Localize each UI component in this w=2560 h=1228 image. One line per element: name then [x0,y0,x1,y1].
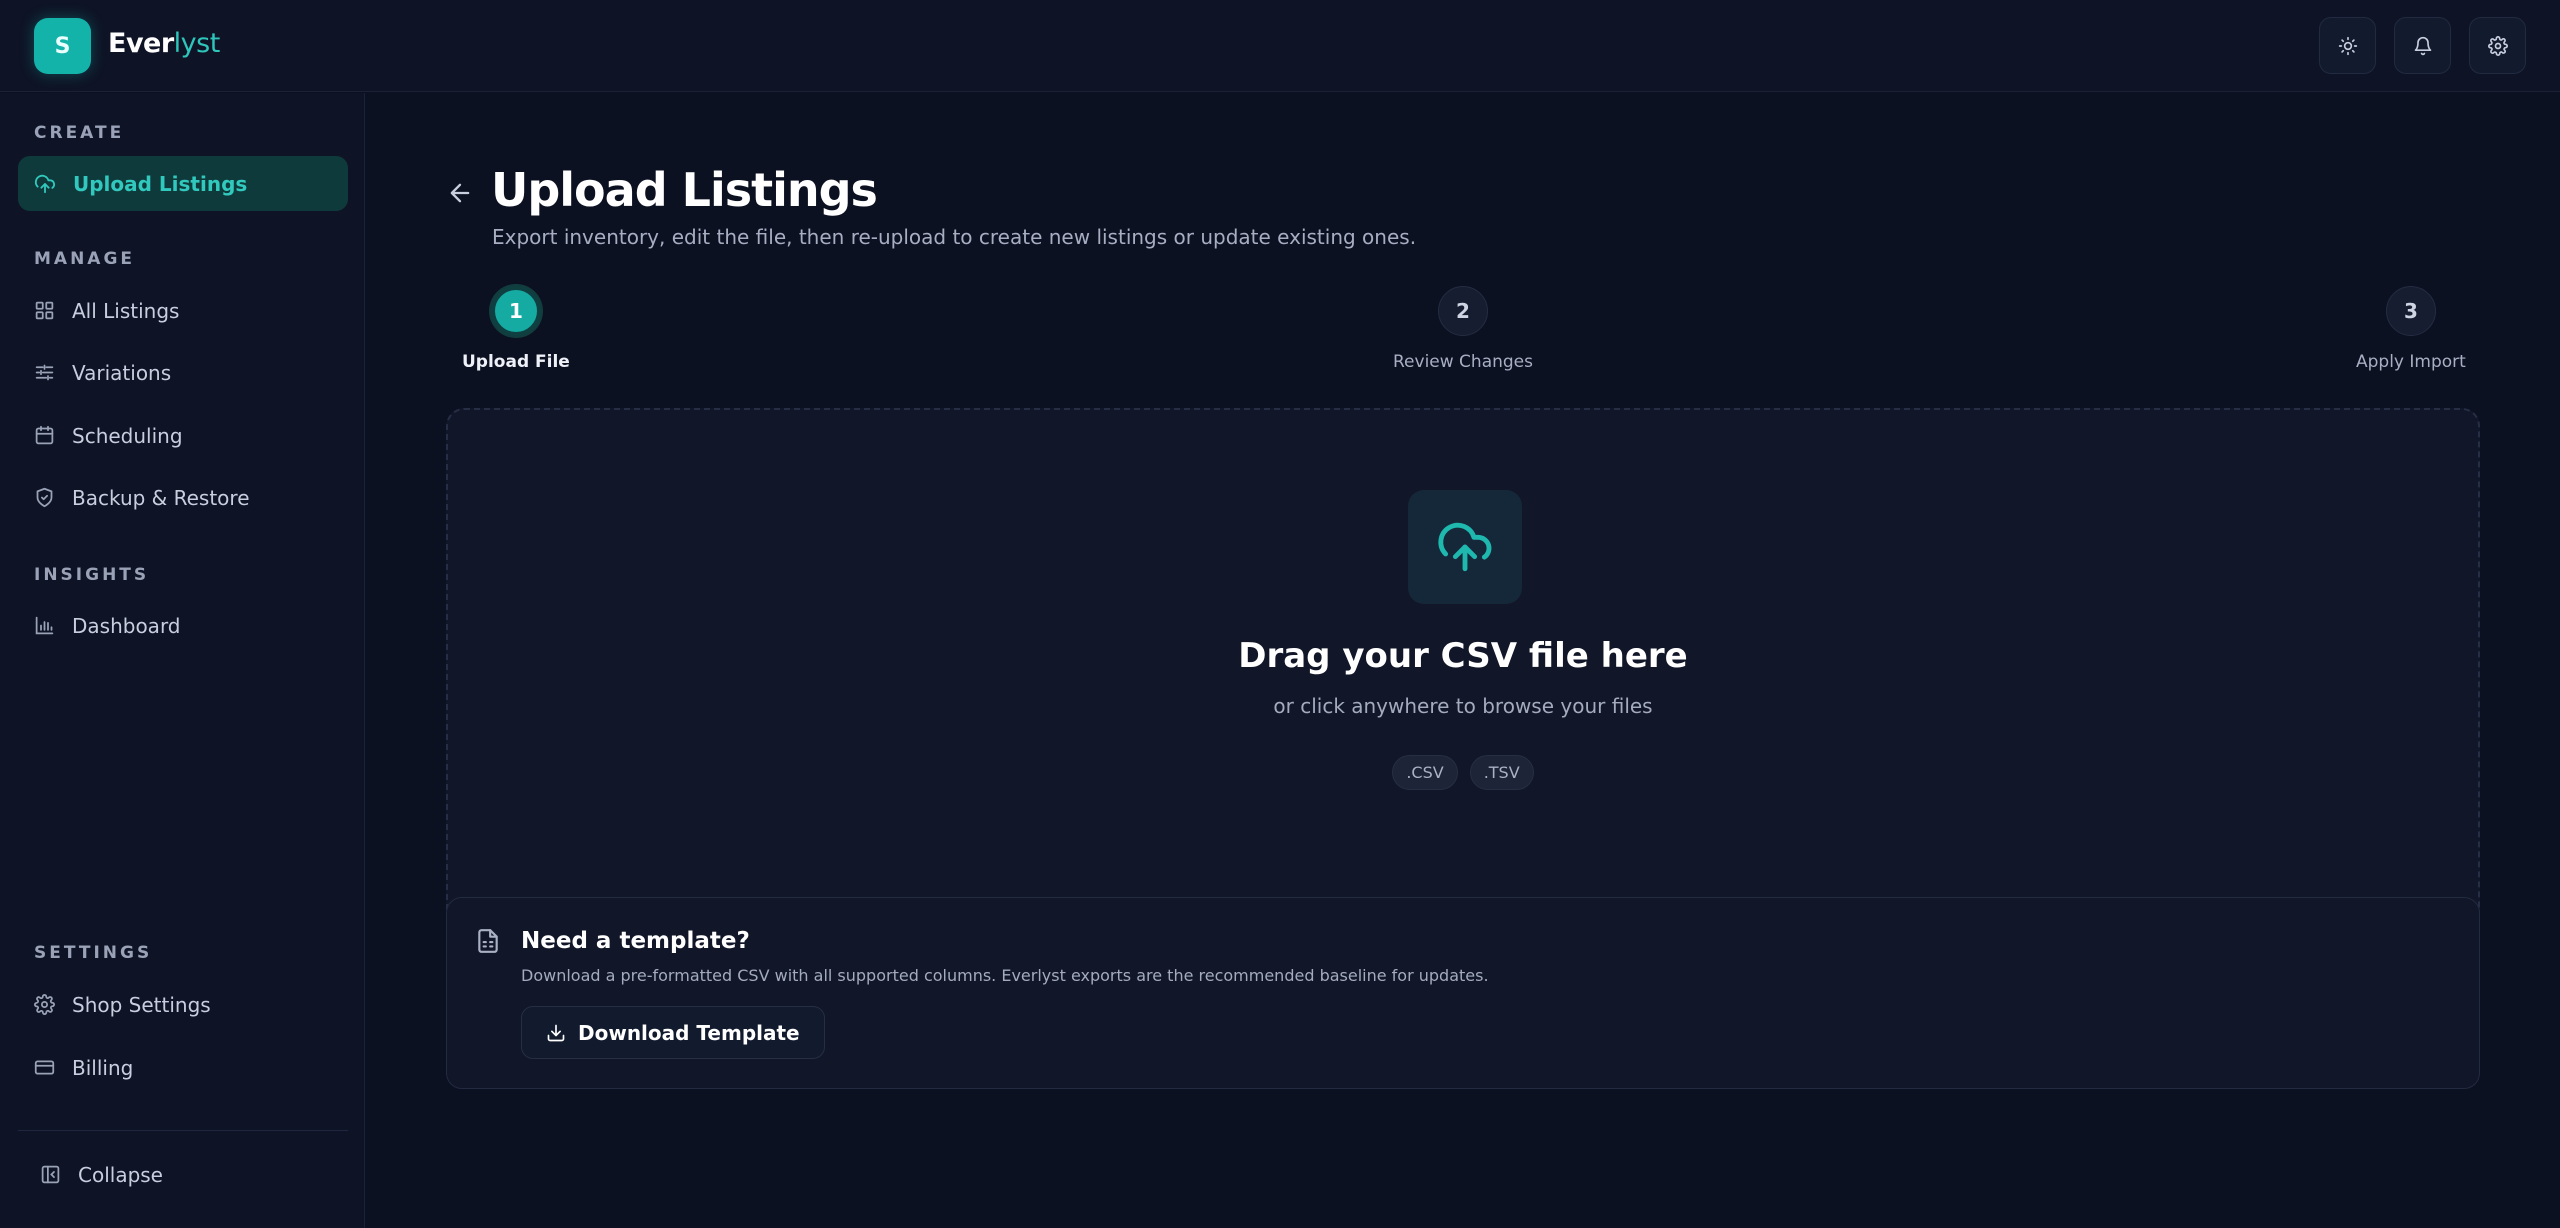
download-template-label: Download Template [578,1020,800,1045]
section-label-manage: MANAGE [34,249,136,269]
step-label: Review Changes [1393,352,1534,372]
main-content: Upload Listings Export inventory, edit t… [366,93,2560,1228]
top-actions [2319,17,2526,74]
format-chip-tsv: .TSV [1469,755,1534,790]
file-dropzone[interactable]: Drag your CSV file here or click anywher… [446,408,2480,963]
step-upload-file: 1 Upload File [462,286,570,372]
step-number: 2 [1438,286,1488,336]
sidebar-item-billing[interactable]: Billing [18,1040,348,1095]
step-apply-import: 3 Apply Import [2356,286,2466,372]
section-label-insights: INSIGHTS [34,565,150,585]
sidebar-item-label: Dashboard [72,613,181,638]
dropzone-subtitle: or click anywhere to browse your files [1273,694,1653,718]
step-label: Upload File [462,352,570,372]
arrow-left-icon [450,183,470,203]
theme-toggle-button[interactable] [2319,17,2376,74]
cloud-upload-icon [1438,522,1492,572]
download-template-button[interactable]: Download Template [521,1006,825,1059]
shield-check-icon [36,487,53,508]
collapse-sidebar-button[interactable]: Collapse [24,1147,354,1202]
sidebar-item-backup-restore[interactable]: Backup & Restore [18,470,348,525]
cloud-upload-icon [34,174,55,193]
top-bar: S Everlyst [0,0,2560,92]
sidebar-divider [18,1130,348,1131]
logo-initial: S [54,33,71,59]
bell-icon [2414,36,2431,55]
grid-icon [35,301,54,320]
back-button[interactable] [446,179,476,209]
settings-button[interactable] [2469,17,2526,74]
sidebar-item-label: Backup & Restore [72,485,250,510]
template-card: Need a template? Download a pre-formatte… [446,897,2480,1089]
credit-card-icon [34,1060,55,1075]
sidebar-item-label: Scheduling [72,423,183,448]
upload-icon-box [1408,490,1522,604]
notifications-button[interactable] [2394,17,2451,74]
step-label: Apply Import [2356,352,2466,372]
collapse-label: Collapse [78,1162,163,1187]
dropzone-title: Drag your CSV file here [1238,636,1688,676]
sidebar-item-upload-listings[interactable]: Upload Listings [18,156,348,211]
sidebar-item-variations[interactable]: Variations [18,345,348,400]
panel-collapse-icon [41,1165,60,1184]
page-title: Upload Listings [491,163,878,217]
template-description: Download a pre-formatted CSV with all su… [521,966,1489,985]
sidebar-item-shop-settings[interactable]: Shop Settings [18,977,348,1032]
file-text-icon [478,929,498,953]
sun-icon [2338,36,2357,55]
sidebar-item-label: Variations [72,360,172,385]
format-chips: .CSV .TSV [448,755,2478,790]
step-number: 3 [2385,286,2436,336]
logo-badge[interactable]: S [34,18,91,74]
sidebar-item-dashboard[interactable]: Dashboard [18,598,348,653]
template-title: Need a template? [521,928,750,954]
download-icon [547,1024,565,1041]
page-subtitle: Export inventory, edit the file, then re… [492,225,1417,249]
bar-chart-icon [35,616,54,635]
section-label-create: CREATE [34,123,125,143]
gear-icon [2487,35,2508,56]
step-number: 1 [490,286,541,336]
calendar-icon [35,425,54,445]
sidebar-item-label: Billing [72,1055,134,1080]
sliders-icon [35,364,54,381]
section-label-settings: SETTINGS [34,943,153,963]
sidebar-item-label: Shop Settings [72,992,211,1017]
step-review-changes: 2 Review Changes [1393,286,1533,372]
sidebar-item-all-listings[interactable]: All Listings [18,283,348,338]
sidebar-item-scheduling[interactable]: Scheduling [18,408,348,463]
sidebar-item-label: Upload Listings [73,171,248,196]
sidebar-item-label: All Listings [72,298,180,323]
gear-icon [34,994,55,1015]
sidebar: CREATE Upload Listings MANAGE All Listin… [0,93,365,1228]
brand-name: Everlyst [108,28,220,59]
format-chip-csv: .CSV [1392,755,1458,790]
